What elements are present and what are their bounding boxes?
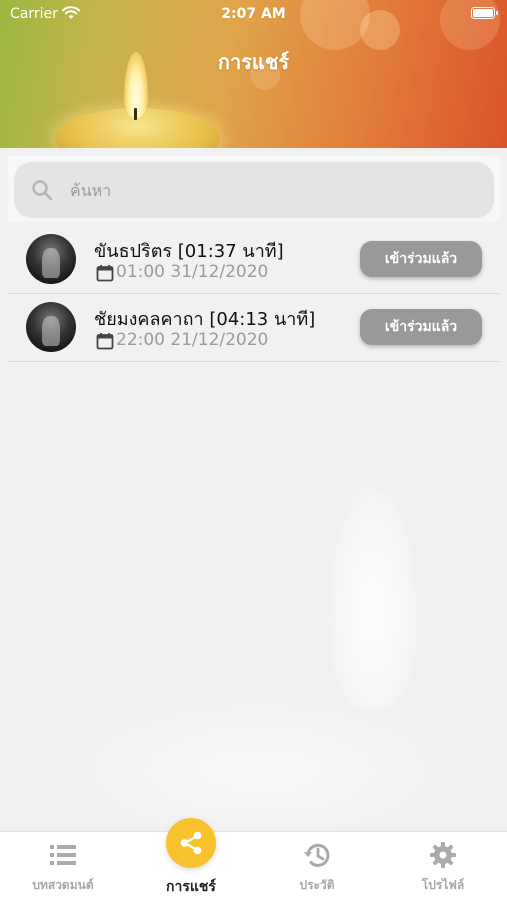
search-icon [32,180,53,201]
tab-label: บทสวดมนต์ [32,878,94,892]
tab-history[interactable]: ประวัติ [254,832,380,900]
share-icon [180,831,202,855]
tab-bar: บทสวดมนต์ การแชร์ ประวัติ โปรไฟล์ [0,831,507,900]
tab-label: ประวัติ [299,878,335,892]
status-bar: Carrier 2:07 AM [0,0,507,28]
session-list: ขันธปริตร [01:37 นาที] 01:00 31/12/2020 … [8,226,500,362]
tab-label: โปรไฟล์ [421,878,465,892]
avatar [26,302,76,352]
tab-prayers[interactable]: บทสวดมนต์ [0,832,126,900]
session-datetime: 01:00 31/12/2020 [96,262,268,282]
background-candle-flame [328,490,418,710]
candle-wick [134,108,137,120]
page-title: การแชร์ [217,50,290,74]
share-fab[interactable] [166,818,216,868]
session-title: ชัยมงคลคาถา [04:13 นาที] [94,309,316,330]
header: Carrier 2:07 AM การแชร์ [0,0,507,148]
battery-icon [471,7,498,19]
session-datetime: 22:00 21/12/2020 [96,330,268,350]
session-datetime-text: 01:00 31/12/2020 [116,262,269,282]
tab-label: การแชร์ [166,879,216,895]
avatar [26,234,76,284]
background-glow [80,700,440,840]
joined-button[interactable]: เข้าร่วมแล้ว [360,241,482,277]
list-icon [50,845,76,865]
tab-profile[interactable]: โปรไฟล์ [380,832,506,900]
joined-button[interactable]: เข้าร่วมแล้ว [360,309,482,345]
status-time: 2:07 AM [221,6,286,22]
search-input[interactable] [70,176,470,204]
session-title: ขันธปริตร [01:37 นาที] [94,241,284,262]
list-item[interactable]: ชัยมงคลคาถา [04:13 นาที] 22:00 21/12/202… [8,294,500,362]
history-icon [304,843,330,867]
gear-icon [430,842,456,868]
list-item[interactable]: ขันธปริตร [01:37 นาที] 01:00 31/12/2020 … [8,226,500,294]
session-datetime-text: 22:00 21/12/2020 [116,330,269,350]
